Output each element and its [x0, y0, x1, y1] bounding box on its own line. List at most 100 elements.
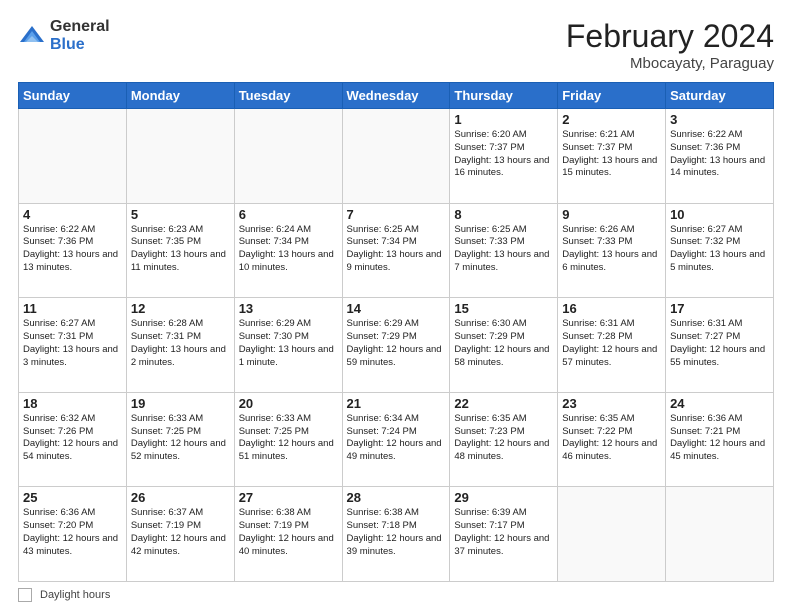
calendar-header-friday: Friday	[558, 83, 666, 109]
calendar-cell: 9 Sunrise: 6:26 AM Sunset: 7:33 PM Daylig…	[558, 203, 666, 298]
day-info: Sunrise: 6:23 AM Sunset: 7:35 PM Dayligh…	[131, 224, 230, 275]
page: General Blue February 2024 Mbocayaty, Pa…	[0, 0, 792, 612]
day-info: Sunrise: 6:25 AM Sunset: 7:33 PM Dayligh…	[454, 224, 553, 275]
calendar-header-wednesday: Wednesday	[342, 83, 450, 109]
calendar-cell: 26 Sunrise: 6:37 AM Sunset: 7:19 PM Dayli…	[126, 487, 234, 582]
calendar-cell: 15 Sunrise: 6:30 AM Sunset: 7:29 PM Dayli…	[450, 298, 558, 393]
day-number: 15	[454, 301, 553, 316]
day-number: 28	[347, 490, 446, 505]
calendar-week-row: 25 Sunrise: 6:36 AM Sunset: 7:20 PM Dayli…	[19, 487, 774, 582]
day-info: Sunrise: 6:21 AM Sunset: 7:37 PM Dayligh…	[562, 129, 661, 180]
calendar-cell: 17Sunrise: 6:31 AM Sunset: 7:27 PM Dayli…	[666, 298, 774, 393]
calendar-cell: 7 Sunrise: 6:25 AM Sunset: 7:34 PM Daylig…	[342, 203, 450, 298]
calendar-cell: 2 Sunrise: 6:21 AM Sunset: 7:37 PM Daylig…	[558, 109, 666, 204]
day-info: Sunrise: 6:32 AM Sunset: 7:26 PM Dayligh…	[23, 413, 122, 464]
calendar-cell	[234, 109, 342, 204]
header: General Blue February 2024 Mbocayaty, Pa…	[18, 18, 774, 72]
calendar-cell: 25 Sunrise: 6:36 AM Sunset: 7:20 PM Dayli…	[19, 487, 127, 582]
day-number: 22	[454, 396, 553, 411]
calendar-cell: 12 Sunrise: 6:28 AM Sunset: 7:31 PM Dayli…	[126, 298, 234, 393]
day-number: 9	[562, 207, 661, 222]
calendar-week-row: 1 Sunrise: 6:20 AM Sunset: 7:37 PM Daylig…	[19, 109, 774, 204]
day-info: Sunrise: 6:29 AM Sunset: 7:29 PM Dayligh…	[347, 318, 446, 369]
logo-general-text: General	[50, 18, 110, 36]
day-info: Sunrise: 6:27 AM Sunset: 7:32 PM Dayligh…	[670, 224, 769, 275]
calendar-cell: 6 Sunrise: 6:24 AM Sunset: 7:34 PM Daylig…	[234, 203, 342, 298]
day-info: Sunrise: 6:39 AM Sunset: 7:17 PM Dayligh…	[454, 507, 553, 558]
calendar-table: SundayMondayTuesdayWednesdayThursdayFrid…	[18, 82, 774, 582]
day-number: 6	[239, 207, 338, 222]
day-number: 25	[23, 490, 122, 505]
calendar-cell: 23 Sunrise: 6:35 AM Sunset: 7:22 PM Dayli…	[558, 392, 666, 487]
calendar-cell: 18 Sunrise: 6:32 AM Sunset: 7:26 PM Dayli…	[19, 392, 127, 487]
day-info: Sunrise: 6:33 AM Sunset: 7:25 PM Dayligh…	[131, 413, 230, 464]
calendar-cell	[342, 109, 450, 204]
calendar-cell: 29 Sunrise: 6:39 AM Sunset: 7:17 PM Dayli…	[450, 487, 558, 582]
day-number: 17	[670, 301, 769, 316]
day-info: Sunrise: 6:35 AM Sunset: 7:22 PM Dayligh…	[562, 413, 661, 464]
calendar-cell: 16Sunrise: 6:31 AM Sunset: 7:28 PM Dayli…	[558, 298, 666, 393]
calendar-header-saturday: Saturday	[666, 83, 774, 109]
day-info: Sunrise: 6:30 AM Sunset: 7:29 PM Dayligh…	[454, 318, 553, 369]
day-info: Sunrise: 6:36 AM Sunset: 7:21 PM Dayligh…	[670, 413, 769, 464]
day-number: 26	[131, 490, 230, 505]
day-number: 4	[23, 207, 122, 222]
day-info: Sunrise: 6:27 AM Sunset: 7:31 PM Dayligh…	[23, 318, 122, 369]
calendar-cell: 14Sunrise: 6:29 AM Sunset: 7:29 PM Dayli…	[342, 298, 450, 393]
day-number: 29	[454, 490, 553, 505]
calendar-cell: 11Sunrise: 6:27 AM Sunset: 7:31 PM Dayli…	[19, 298, 127, 393]
day-number: 8	[454, 207, 553, 222]
day-number: 2	[562, 112, 661, 127]
calendar-cell: 22 Sunrise: 6:35 AM Sunset: 7:23 PM Dayli…	[450, 392, 558, 487]
day-info: Sunrise: 6:36 AM Sunset: 7:20 PM Dayligh…	[23, 507, 122, 558]
calendar-cell: 19 Sunrise: 6:33 AM Sunset: 7:25 PM Dayli…	[126, 392, 234, 487]
day-info: Sunrise: 6:34 AM Sunset: 7:24 PM Dayligh…	[347, 413, 446, 464]
calendar-header-row: SundayMondayTuesdayWednesdayThursdayFrid…	[19, 83, 774, 109]
day-info: Sunrise: 6:24 AM Sunset: 7:34 PM Dayligh…	[239, 224, 338, 275]
calendar-cell	[19, 109, 127, 204]
day-number: 10	[670, 207, 769, 222]
footer: Daylight hours	[18, 588, 774, 602]
day-number: 16	[562, 301, 661, 316]
day-info: Sunrise: 6:35 AM Sunset: 7:23 PM Dayligh…	[454, 413, 553, 464]
calendar-cell: 1 Sunrise: 6:20 AM Sunset: 7:37 PM Daylig…	[450, 109, 558, 204]
day-info: Sunrise: 6:20 AM Sunset: 7:37 PM Dayligh…	[454, 129, 553, 180]
day-number: 12	[131, 301, 230, 316]
day-number: 18	[23, 396, 122, 411]
day-number: 19	[131, 396, 230, 411]
page-title: February 2024	[566, 18, 774, 55]
calendar-cell: 20Sunrise: 6:33 AM Sunset: 7:25 PM Dayli…	[234, 392, 342, 487]
calendar-cell: 8 Sunrise: 6:25 AM Sunset: 7:33 PM Daylig…	[450, 203, 558, 298]
day-info: Sunrise: 6:29 AM Sunset: 7:30 PM Dayligh…	[239, 318, 338, 369]
day-number: 23	[562, 396, 661, 411]
daylight-legend-box	[18, 588, 32, 602]
day-number: 1	[454, 112, 553, 127]
logo: General Blue	[18, 18, 110, 53]
day-number: 27	[239, 490, 338, 505]
calendar-cell: 24 Sunrise: 6:36 AM Sunset: 7:21 PM Dayli…	[666, 392, 774, 487]
day-number: 7	[347, 207, 446, 222]
day-info: Sunrise: 6:33 AM Sunset: 7:25 PM Dayligh…	[239, 413, 338, 464]
day-info: Sunrise: 6:38 AM Sunset: 7:19 PM Dayligh…	[239, 507, 338, 558]
calendar-cell: 5 Sunrise: 6:23 AM Sunset: 7:35 PM Daylig…	[126, 203, 234, 298]
daylight-label: Daylight hours	[40, 589, 110, 601]
calendar-cell	[126, 109, 234, 204]
day-number: 24	[670, 396, 769, 411]
calendar-cell	[666, 487, 774, 582]
calendar-cell: 27 Sunrise: 6:38 AM Sunset: 7:19 PM Dayli…	[234, 487, 342, 582]
title-block: February 2024 Mbocayaty, Paraguay	[566, 18, 774, 72]
calendar-cell: 28Sunrise: 6:38 AM Sunset: 7:18 PM Dayli…	[342, 487, 450, 582]
calendar-cell: 3Sunrise: 6:22 AM Sunset: 7:36 PM Daylig…	[666, 109, 774, 204]
logo-icon	[18, 22, 46, 50]
calendar-cell: 10 Sunrise: 6:27 AM Sunset: 7:32 PM Dayli…	[666, 203, 774, 298]
day-number: 13	[239, 301, 338, 316]
day-info: Sunrise: 6:25 AM Sunset: 7:34 PM Dayligh…	[347, 224, 446, 275]
calendar-header-thursday: Thursday	[450, 83, 558, 109]
day-info: Sunrise: 6:26 AM Sunset: 7:33 PM Dayligh…	[562, 224, 661, 275]
day-info: Sunrise: 6:37 AM Sunset: 7:19 PM Dayligh…	[131, 507, 230, 558]
calendar-header-sunday: Sunday	[19, 83, 127, 109]
calendar-cell: 13 Sunrise: 6:29 AM Sunset: 7:30 PM Dayli…	[234, 298, 342, 393]
day-info: Sunrise: 6:28 AM Sunset: 7:31 PM Dayligh…	[131, 318, 230, 369]
day-number: 5	[131, 207, 230, 222]
day-info: Sunrise: 6:22 AM Sunset: 7:36 PM Dayligh…	[23, 224, 122, 275]
